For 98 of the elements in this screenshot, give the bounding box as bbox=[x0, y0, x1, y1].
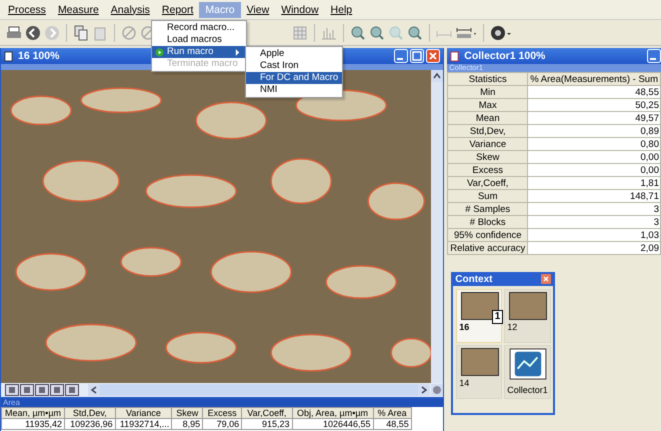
panel-title: Context bbox=[455, 274, 492, 284]
zoom-icon[interactable] bbox=[407, 24, 423, 40]
column-header: Var,Coeff, bbox=[242, 408, 292, 418]
submenu-arrow-icon bbox=[235, 48, 240, 56]
table-cell: 1,81 bbox=[528, 176, 660, 190]
table-cell: 79,06 bbox=[202, 418, 242, 430]
column-header: Statistics bbox=[448, 72, 528, 86]
table-cell: 915,23 bbox=[242, 418, 292, 430]
row-header: Max bbox=[448, 98, 528, 112]
window-title: Collector1 100% bbox=[464, 50, 546, 62]
column-header: Variance bbox=[115, 408, 172, 418]
back-icon[interactable] bbox=[25, 24, 41, 40]
thumbnail-placeholder bbox=[461, 292, 500, 320]
row-header: Sum bbox=[448, 190, 528, 202]
context-item[interactable]: 14 bbox=[456, 345, 502, 399]
item-label: 14 bbox=[459, 378, 470, 388]
table-cell: 3 bbox=[528, 216, 660, 228]
run-icon bbox=[155, 48, 164, 56]
row-header: Variance bbox=[448, 138, 528, 150]
row-header: Std,Dev, bbox=[448, 124, 528, 138]
table-cell: 0,00 bbox=[528, 164, 660, 176]
column-header: Mean, µm•µm bbox=[2, 408, 64, 418]
chart-icon bbox=[509, 348, 548, 380]
thumbnail-placeholder bbox=[461, 348, 500, 376]
view-mode-icon[interactable] bbox=[5, 384, 19, 396]
menu-item[interactable]: Measure bbox=[52, 2, 105, 18]
row-header: Mean bbox=[448, 112, 528, 124]
table-cell: 8,95 bbox=[172, 418, 203, 430]
table-cell: 0,89 bbox=[528, 124, 660, 138]
menu-item[interactable]: Report bbox=[156, 2, 200, 18]
zoom-icon[interactable] bbox=[350, 24, 366, 40]
table-cell: 1,03 bbox=[528, 228, 660, 242]
context-item[interactable]: Collector1 bbox=[504, 345, 551, 399]
table-cell: 11935,42 bbox=[2, 418, 64, 430]
printer-icon[interactable] bbox=[6, 24, 22, 40]
row-header: # Blocks bbox=[448, 216, 528, 228]
horizontal-scrollbar[interactable] bbox=[88, 384, 430, 396]
table-cell: 109236,96 bbox=[64, 418, 116, 430]
menu-item[interactable]: Run macro bbox=[152, 46, 246, 58]
row-header: 95% confidence bbox=[448, 228, 528, 242]
table-cell: 48,55 bbox=[373, 418, 412, 430]
row-header: Var,Coeff, bbox=[448, 176, 528, 190]
row-header: Excess bbox=[448, 164, 528, 176]
column-header: Std,Dev, bbox=[64, 408, 116, 418]
menu-item[interactable]: For DC and Macro bbox=[246, 72, 342, 84]
row-header: # Samples bbox=[448, 202, 528, 216]
zoom-icon[interactable] bbox=[369, 24, 385, 40]
view-mode-icon[interactable] bbox=[65, 384, 79, 396]
document-icon bbox=[4, 50, 13, 62]
window-title: 16 100% bbox=[18, 50, 60, 62]
menu-item[interactable]: Cast Iron bbox=[246, 60, 342, 72]
menu-item[interactable]: Process bbox=[2, 2, 52, 18]
item-label: 12 bbox=[507, 322, 518, 332]
menu-item[interactable]: Record macro... bbox=[152, 22, 246, 34]
document-icon bbox=[450, 50, 460, 62]
column-header: Obj, Area, µm•µm bbox=[292, 408, 373, 418]
table-cell: 1026446,55 bbox=[292, 418, 373, 430]
maximize-button[interactable] bbox=[410, 49, 424, 63]
table-cell: 148,71 bbox=[528, 190, 660, 202]
table-cell: 49,57 bbox=[528, 112, 660, 124]
table-cell: 0,00 bbox=[528, 150, 660, 164]
table-cell: 3 bbox=[528, 202, 660, 216]
column-header: % Area(Measurements) - Sum bbox=[528, 72, 660, 86]
table-cell: 50,25 bbox=[528, 98, 660, 112]
menu-item[interactable]: NMI bbox=[246, 84, 342, 96]
context-item[interactable]: 12 bbox=[504, 289, 551, 343]
column-header: % Area bbox=[373, 408, 412, 418]
item-label: 16 bbox=[459, 322, 470, 332]
view-mode-icon[interactable] bbox=[35, 384, 49, 396]
menu-item[interactable]: Window bbox=[275, 2, 325, 18]
record-icon[interactable] bbox=[490, 24, 512, 40]
table-cell: 48,55 bbox=[528, 86, 660, 98]
thumbnail-placeholder bbox=[509, 292, 548, 320]
menu-item[interactable]: Analysis bbox=[104, 2, 156, 18]
count-badge: 1 bbox=[492, 310, 504, 324]
menu-item[interactable]: Help bbox=[324, 2, 358, 18]
panel-title: Area bbox=[1, 399, 444, 407]
menu-item[interactable]: Load macros bbox=[152, 34, 246, 46]
menu-item[interactable]: View bbox=[240, 2, 276, 18]
view-mode-icon[interactable] bbox=[50, 384, 64, 396]
minimize-button[interactable] bbox=[394, 49, 408, 63]
column-header: Skew bbox=[172, 408, 203, 418]
menu-item[interactable]: Apple bbox=[246, 48, 342, 60]
column-header: Excess bbox=[202, 408, 242, 418]
copy-icon[interactable] bbox=[73, 24, 89, 40]
minimize-button[interactable] bbox=[647, 49, 661, 63]
table-cell: 2,09 bbox=[528, 242, 660, 254]
row-header: Skew bbox=[448, 150, 528, 164]
scroll-corner-icon[interactable] bbox=[431, 384, 444, 396]
table-cell: 0,80 bbox=[528, 138, 660, 150]
view-mode-icon[interactable] bbox=[20, 384, 34, 396]
context-item[interactable]: 1 16 bbox=[456, 289, 502, 343]
item-label: Collector1 bbox=[507, 385, 548, 395]
row-header: Min bbox=[448, 86, 528, 98]
row-header: Relative accuracy bbox=[448, 242, 528, 254]
close-button[interactable] bbox=[426, 49, 440, 63]
table-cell: 11932714,... bbox=[115, 418, 172, 430]
close-button[interactable] bbox=[541, 274, 552, 284]
